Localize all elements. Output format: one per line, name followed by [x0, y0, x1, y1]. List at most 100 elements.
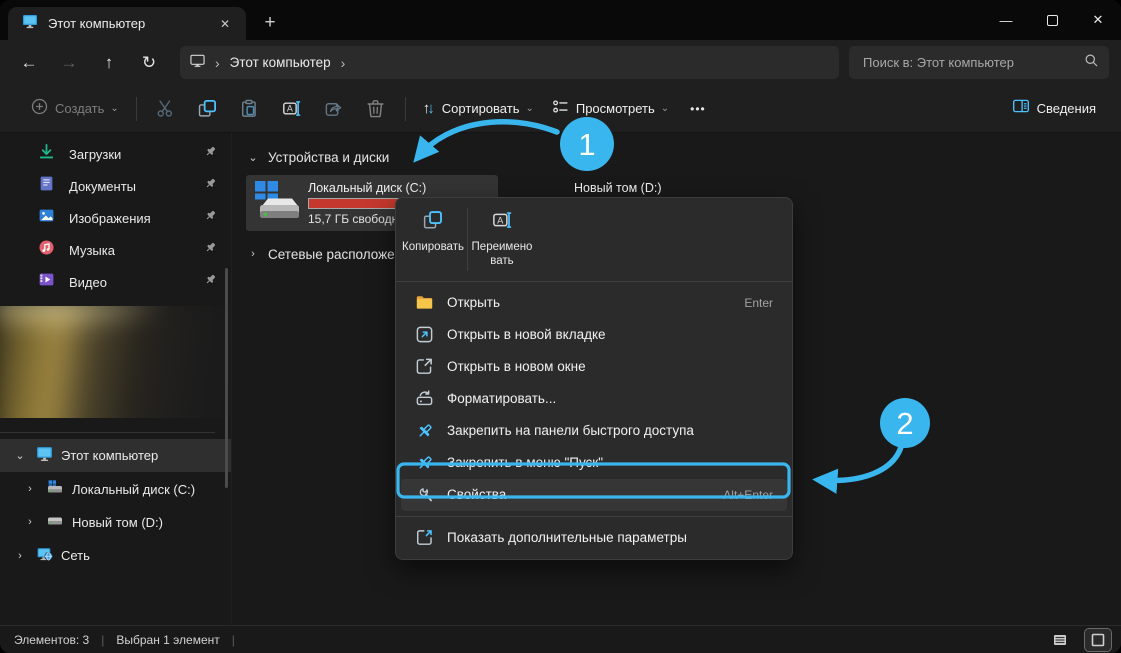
search-box[interactable] — [849, 46, 1109, 79]
up-button[interactable]: ↑ — [90, 46, 128, 80]
delete-button[interactable] — [355, 91, 397, 127]
view-button[interactable]: Просмотреть ⌄ — [543, 91, 678, 127]
explorer-tab[interactable]: Этот компьютер ✕ — [8, 7, 246, 40]
pictures-icon — [38, 207, 55, 229]
menu-item-show-more-options[interactable]: Показать дополнительные параметры — [401, 522, 787, 554]
section-title: Устройства и диски — [268, 150, 389, 165]
navigation-bar: ← → ↑ ↻ › Этот компьютер › — [0, 40, 1121, 85]
menu-item-label: Открыть в новом окне — [447, 359, 760, 374]
chevron-right-icon[interactable]: › — [22, 483, 38, 495]
menu-item-label: Открыть в новой вкладке — [447, 327, 760, 342]
menu-item-label: Закрепить на панели быстрого доступа — [447, 423, 760, 438]
chevron-down-icon: ⌄ — [661, 103, 669, 114]
sidebar-item-new-volume-d[interactable]: › Новый том (D:) — [0, 506, 231, 538]
chevron-down-icon[interactable]: ⌄ — [12, 449, 28, 462]
chevron-down-icon[interactable]: ⌄ — [246, 151, 260, 164]
share-button[interactable] — [313, 91, 355, 127]
section-devices-header[interactable]: ⌄ Устройства и диски — [246, 146, 1121, 168]
this-pc-icon — [190, 53, 205, 73]
search-input[interactable] — [863, 55, 1084, 70]
menu-item-pin-start[interactable]: Закрепить в меню "Пуск" — [401, 447, 787, 479]
sidebar-item-music[interactable]: Музыка — [0, 234, 231, 266]
menu-item-pin-quick-access[interactable]: Закрепить на панели быстрого доступа — [401, 415, 787, 447]
view-button-label: Просмотреть — [576, 101, 655, 116]
open-new-window-icon — [415, 357, 434, 376]
drive-name: Локальный диск (C:) — [308, 181, 492, 195]
sidebar-item-downloads[interactable]: Загрузки — [0, 138, 231, 170]
search-icon — [1084, 53, 1099, 73]
sidebar-item-local-disk-c[interactable]: › Локальный диск (C:) — [0, 473, 231, 505]
system-drive-icon — [252, 180, 300, 229]
new-button[interactable]: Создать ⌄ — [22, 91, 128, 127]
copy-icon — [423, 210, 443, 235]
tab-title: Этот компьютер — [48, 16, 214, 31]
pin-icon — [204, 241, 217, 259]
menu-item-open-new-tab[interactable]: Открыть в новой вкладке — [401, 319, 787, 351]
breadcrumb[interactable]: › Этот компьютер › — [180, 46, 839, 79]
large-icons-view-button[interactable] — [1085, 629, 1111, 651]
context-menu: Копировать A Переименовать Открыть Enter… — [395, 197, 793, 560]
sort-button-label: Сортировать — [442, 101, 520, 116]
network-icon — [36, 545, 53, 567]
tree-item-label: Локальный диск (C:) — [72, 482, 195, 497]
sidebar-item-label: Изображения — [69, 211, 190, 226]
back-button[interactable]: ← — [10, 46, 48, 80]
paste-button[interactable] — [229, 91, 271, 127]
chevron-right-icon[interactable]: › — [246, 248, 260, 260]
pin-icon — [415, 454, 434, 472]
open-new-tab-icon — [415, 325, 434, 344]
new-tab-button[interactable]: + — [256, 10, 284, 36]
chevron-right-icon[interactable]: › — [22, 516, 38, 528]
close-button[interactable]: ✕ — [1075, 0, 1121, 40]
sidebar-item-this-pc[interactable]: ⌄ Этот компьютер — [0, 439, 231, 472]
menu-item-properties[interactable]: Свойства Alt+Enter — [401, 479, 787, 511]
menu-item-label: Закрепить в меню "Пуск" — [447, 455, 760, 470]
sort-button[interactable]: ↑↓ Сортировать ⌄ — [414, 91, 543, 127]
details-view-button[interactable] — [1047, 629, 1073, 651]
maximize-icon — [1047, 15, 1058, 26]
svg-text:A: A — [497, 215, 504, 225]
details-pane-icon — [1012, 97, 1030, 120]
menu-item-label: Показать дополнительные параметры — [447, 530, 760, 545]
menu-item-format[interactable]: Форматировать... — [401, 383, 787, 415]
sidebar-item-videos[interactable]: Видео — [0, 266, 231, 298]
sidebar-item-documents[interactable]: Документы — [0, 170, 231, 202]
status-separator: | — [232, 633, 235, 647]
title-bar: Этот компьютер ✕ + — ✕ — [0, 0, 1121, 40]
sidebar-item-network[interactable]: › Сеть — [0, 539, 231, 572]
toolbar-divider — [405, 97, 406, 121]
rename-button[interactable]: A — [271, 91, 313, 127]
svg-text:A: A — [287, 104, 293, 114]
video-icon — [38, 271, 55, 293]
new-button-label: Создать — [55, 101, 104, 116]
details-pane-button[interactable]: Сведения — [1003, 91, 1105, 127]
window-controls: — ✕ — [983, 0, 1121, 40]
copy-button[interactable] — [187, 91, 229, 127]
refresh-button[interactable]: ↻ — [130, 46, 168, 80]
rename-button[interactable]: A Переименовать — [469, 206, 535, 273]
tab-close-icon[interactable]: ✕ — [214, 13, 236, 35]
sidebar-item-pictures[interactable]: Изображения — [0, 202, 231, 234]
minimize-button[interactable]: — — [983, 0, 1029, 40]
pin-icon — [204, 209, 217, 227]
selection-count: Выбран 1 элемент — [116, 633, 219, 647]
copy-label: Копировать — [402, 240, 464, 254]
chevron-down-icon: ⌄ — [525, 103, 533, 114]
see-more-button[interactable]: ••• — [678, 102, 718, 116]
view-options-icon — [552, 98, 569, 120]
breadcrumb-item-this-pc[interactable]: Этот компьютер — [230, 55, 331, 70]
this-pc-icon — [36, 445, 53, 467]
copy-button[interactable]: Копировать — [400, 206, 466, 273]
sidebar-item-label: Документы — [69, 179, 190, 194]
maximize-button[interactable] — [1029, 0, 1075, 40]
sidebar-scrollbar[interactable] — [225, 268, 228, 488]
toolbar-divider — [136, 97, 137, 121]
menu-item-open-new-window[interactable]: Открыть в новом окне — [401, 351, 787, 383]
forward-button[interactable]: → — [50, 46, 88, 80]
plus-circle-icon — [31, 98, 48, 120]
chevron-right-icon[interactable]: › — [12, 550, 28, 562]
cut-button[interactable] — [145, 91, 187, 127]
menu-item-open[interactable]: Открыть Enter — [401, 287, 787, 319]
menu-item-shortcut: Enter — [744, 296, 773, 310]
sidebar-item-label: Видео — [69, 275, 190, 290]
